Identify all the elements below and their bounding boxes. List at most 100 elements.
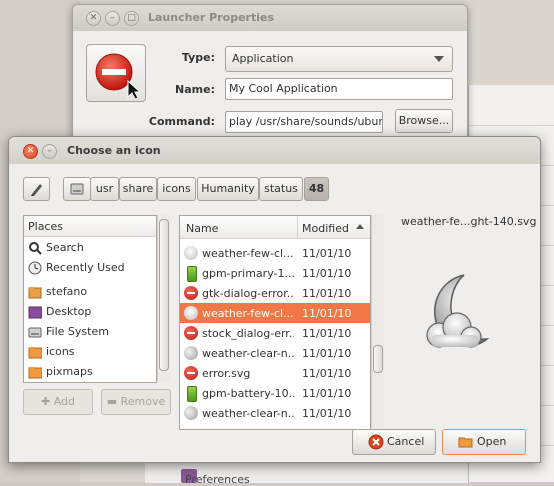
weather-cloud-icon — [184, 306, 198, 320]
places-item-label: Desktop — [46, 305, 92, 318]
minimize-button[interactable]: – — [105, 11, 120, 26]
weather-night-cloud-icon — [426, 274, 490, 348]
places-item-label: pixmaps — [46, 365, 93, 378]
desktop-icon — [28, 306, 42, 319]
places-header-label: Places — [28, 220, 63, 233]
file-row[interactable]: gpm-primary-1... 11/01/10 — [180, 263, 370, 283]
folder-open-icon — [458, 437, 473, 448]
places-scrollbar[interactable] — [157, 215, 170, 381]
file-row[interactable]: weather-few-cl... 11/01/10 — [180, 243, 370, 263]
file-row[interactable]: weather-clear-n... 11/01/10 — [180, 343, 370, 363]
path-button-root[interactable] — [63, 177, 91, 201]
file-list: Name Modified weather-few-cl... 11/01/10… — [179, 215, 371, 430]
sort-ascending-icon — [356, 224, 364, 229]
battery-icon — [187, 266, 197, 282]
file-name: gtk-dialog-error... — [202, 287, 294, 300]
type-dropdown[interactable]: Application — [225, 46, 453, 72]
column-modified[interactable]: Modified — [302, 222, 349, 235]
cancel-button[interactable]: Cancel — [352, 429, 436, 455]
pencil-icon — [30, 184, 42, 196]
path-button-icons[interactable]: icons — [157, 177, 196, 201]
minimize-button[interactable]: – — [42, 144, 57, 159]
places-item-label: stefano — [46, 285, 88, 298]
file-date: 11/01/10 — [302, 327, 352, 340]
preferences-label[interactable]: Preferences — [185, 473, 250, 486]
home-folder-icon — [28, 287, 42, 299]
places-item-search[interactable]: Search — [24, 238, 156, 258]
places-item-label: File System — [46, 325, 109, 338]
file-name: weather-few-cl... — [202, 307, 294, 320]
name-label: Name: — [175, 83, 215, 96]
path-button-status[interactable]: status — [259, 177, 303, 201]
maximize-icon: □ — [127, 13, 136, 23]
places-scrollbar-thumb[interactable] — [159, 219, 169, 371]
file-row-selected[interactable]: weather-few-cl... 11/01/10 — [180, 303, 370, 323]
path-button-share[interactable]: share — [119, 177, 157, 201]
places-header[interactable]: Places — [24, 216, 156, 237]
file-list-scrollbar-thumb[interactable] — [373, 345, 383, 373]
file-row[interactable]: stock_dialog-err... 11/01/10 — [180, 323, 370, 343]
places-item-pixmaps[interactable]: pixmaps — [24, 362, 156, 382]
file-date: 11/01/10 — [302, 307, 352, 320]
divider — [297, 216, 298, 238]
file-row[interactable]: error.svg 11/01/10 — [180, 363, 370, 383]
error-icon — [184, 326, 198, 340]
command-field[interactable]: play /usr/share/sounds/ubuntu — [225, 111, 383, 133]
drive-icon — [70, 183, 84, 195]
file-name: error.svg — [202, 367, 251, 380]
file-row[interactable]: gtk-dialog-error... 11/01/10 — [180, 283, 370, 303]
error-icon — [184, 366, 198, 380]
places-item-icons[interactable]: icons — [24, 342, 156, 362]
battery-icon — [187, 386, 197, 402]
file-row[interactable]: weather-clear-n... 11/01/10 — [180, 403, 370, 423]
edit-location-button[interactable] — [23, 177, 50, 201]
places-item-desktop[interactable]: Desktop — [24, 302, 156, 322]
file-date: 11/01/10 — [302, 387, 352, 400]
path-button-48[interactable]: 48 — [304, 177, 329, 201]
places-item-recently-used[interactable]: Recently Used — [24, 258, 156, 278]
browse-button[interactable]: Browse... — [395, 109, 453, 133]
drive-icon — [28, 327, 42, 338]
open-button[interactable]: Open — [442, 429, 526, 455]
type-label: Type: — [181, 51, 215, 64]
cancel-label: Cancel — [387, 435, 425, 448]
file-date: 11/01/10 — [302, 247, 352, 260]
error-icon — [184, 286, 198, 300]
file-row[interactable]: gpm-battery-10... 11/01/10 — [180, 383, 370, 403]
dialog-title: Choose an icon — [67, 144, 161, 157]
path-button-usr[interactable]: usr — [90, 177, 119, 201]
dialog-titlebar[interactable]: ✕ – Choose an icon — [9, 137, 540, 164]
file-name: weather-few-cl... — [202, 247, 294, 260]
file-name: weather-clear-n... — [202, 407, 294, 420]
open-label: Open — [477, 435, 507, 448]
file-name: gpm-battery-10... — [202, 387, 294, 400]
file-date: 11/01/10 — [302, 407, 352, 420]
search-icon — [29, 242, 42, 255]
path-button-humanity[interactable]: Humanity — [197, 177, 259, 201]
close-button[interactable]: ✕ — [86, 11, 101, 26]
places-item-stefano[interactable]: stefano — [24, 282, 156, 302]
places-list: Places Search Recently Used stefano Desk… — [23, 215, 157, 383]
places-item-label: Recently Used — [46, 261, 125, 274]
close-button[interactable]: ✕ — [23, 144, 38, 159]
close-icon: ✕ — [26, 146, 35, 156]
clock-icon — [28, 261, 42, 275]
places-item-label: Search — [46, 241, 84, 254]
remove-button[interactable]: ▬ Remove — [101, 389, 171, 415]
maximize-button[interactable]: □ — [124, 11, 139, 26]
column-name[interactable]: Name — [186, 222, 218, 235]
places-item-file-system[interactable]: File System — [24, 322, 156, 342]
add-button[interactable]: ✚ Add — [23, 389, 93, 415]
file-date: 11/01/10 — [302, 347, 352, 360]
name-value: My Cool Application — [229, 82, 338, 95]
window-title: Launcher Properties — [148, 11, 275, 24]
launcher-titlebar[interactable]: ✕ – □ Launcher Properties — [73, 5, 467, 31]
close-icon: ✕ — [89, 13, 98, 23]
cancel-icon — [368, 434, 384, 450]
file-list-scrollbar[interactable] — [371, 215, 384, 428]
folder-icon — [28, 347, 42, 359]
weather-moon-icon — [184, 346, 198, 360]
file-list-header: Name Modified — [180, 216, 370, 239]
name-field[interactable]: My Cool Application — [225, 78, 453, 100]
add-label: Add — [53, 395, 75, 408]
